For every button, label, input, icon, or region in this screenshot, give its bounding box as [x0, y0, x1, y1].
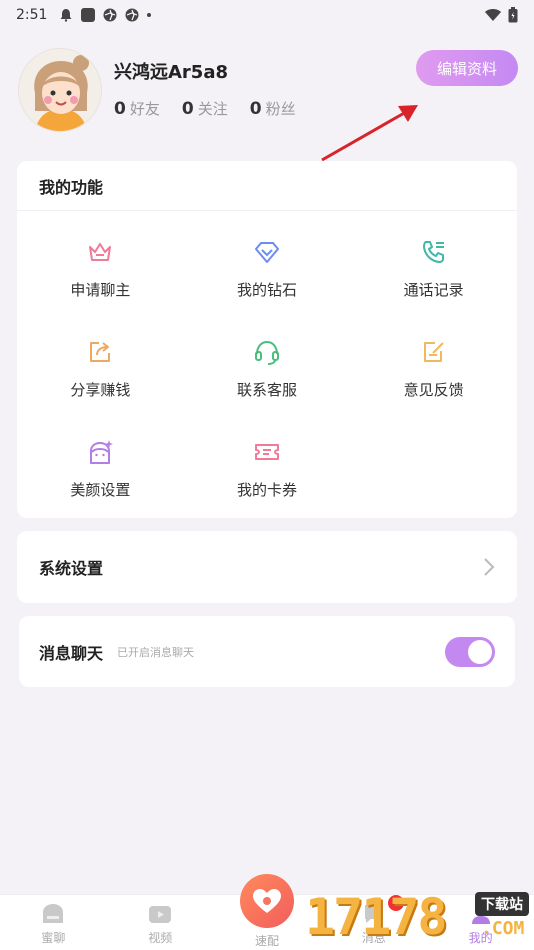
video-icon: [149, 906, 172, 923]
function-label: 我的钻石: [236, 281, 297, 299]
function-label: 申请聊主: [70, 281, 131, 299]
stat-label: 粉丝: [265, 100, 296, 118]
beauty-face-icon: [90, 440, 114, 464]
function-my-diamonds[interactable]: 我的钻石: [184, 225, 351, 325]
profile-stats: 0 好友 0 关注 0 粉丝: [114, 98, 296, 119]
stat-followers[interactable]: 0 粉丝: [250, 98, 296, 119]
function-label: 我的卡券: [236, 481, 297, 499]
stat-label: 好友: [129, 100, 160, 118]
functions-card: 我的功能 申请聊主 我的钻石 通话记录 分享赚钱 联系客服 意见反馈 美颜设置: [17, 161, 517, 518]
function-label: 分享赚钱: [70, 381, 131, 399]
status-time: 2:51: [16, 7, 48, 23]
function-label: 美颜设置: [70, 481, 131, 499]
ticket-icon: [254, 444, 279, 460]
headset-icon: [254, 340, 279, 365]
watermark-logo: 17178 下载站 .COM: [305, 888, 529, 946]
aperture-icon: [125, 8, 139, 22]
nav-label: 视频: [148, 931, 173, 945]
wifi-icon: [485, 9, 501, 21]
phone-list-icon: [422, 241, 444, 263]
function-apply-host[interactable]: 申请聊主: [17, 225, 184, 325]
app-notification-icon: [81, 8, 96, 22]
system-settings-label: 系统设置: [39, 559, 104, 578]
function-beauty-settings[interactable]: 美颜设置: [17, 425, 184, 525]
home-icon: [43, 904, 64, 923]
nav-label: 蜜聊: [41, 931, 66, 945]
function-my-coupons[interactable]: 我的卡券: [184, 425, 351, 525]
message-chat-row: 消息聊天 已开启消息聊天: [19, 616, 515, 687]
stat-friends[interactable]: 0 好友: [114, 98, 160, 119]
avatar-illustration-icon: [19, 49, 101, 131]
avatar[interactable]: [18, 48, 102, 132]
toggle-knob: [468, 639, 492, 664]
aperture-icon: [103, 8, 117, 22]
battery-icon: [508, 7, 518, 23]
feedback-icon: [423, 342, 444, 362]
watermark-com: .COM: [481, 918, 525, 939]
stat-count: 0: [249, 99, 262, 119]
stat-label: 关注: [197, 100, 228, 118]
stat-count: 0: [181, 99, 194, 119]
message-chat-toggle[interactable]: [445, 636, 495, 667]
function-label: 意见反馈: [403, 381, 464, 399]
function-label: 联系客服: [236, 381, 297, 399]
quick-match-button[interactable]: [240, 874, 294, 928]
system-settings-row[interactable]: 系统设置: [17, 531, 517, 603]
status-bar: 2:51: [0, 0, 534, 30]
message-chat-hint: 已开启消息聊天: [117, 645, 195, 659]
status-system-icons: [484, 7, 518, 23]
more-notifications-icon: [147, 13, 152, 17]
message-chat-label: 消息聊天: [39, 643, 104, 663]
profile-header: 兴鸿远Ar5a8 0 好友 0 关注 0 粉丝 编辑资料: [18, 48, 518, 138]
function-label: 通话记录: [403, 281, 464, 299]
function-share-earn[interactable]: 分享赚钱: [17, 325, 184, 425]
watermark-tag: 下载站: [475, 892, 529, 916]
nav-tab-chat[interactable]: 蜜聊: [0, 895, 107, 950]
annotation-arrow-icon: [321, 105, 418, 162]
stat-count: 0: [114, 99, 126, 119]
diamond-icon: [254, 242, 279, 263]
stat-following[interactable]: 0 关注: [182, 98, 228, 119]
edit-profile-button[interactable]: 编辑资料: [416, 50, 518, 86]
quick-match-label: 速配: [254, 934, 279, 948]
crown-icon: [89, 243, 112, 261]
share-icon: [90, 342, 111, 362]
function-call-records[interactable]: 通话记录: [350, 225, 517, 325]
bell-icon: [60, 9, 72, 22]
functions-grid: 申请聊主 我的钻石 通话记录 分享赚钱 联系客服 意见反馈 美颜设置 我的卡券: [17, 211, 517, 525]
heart-match-icon: [253, 889, 281, 913]
nav-tab-video[interactable]: 视频: [107, 895, 214, 950]
status-notification-icons: [59, 8, 152, 22]
functions-title: 我的功能: [17, 161, 517, 211]
function-customer-service[interactable]: 联系客服: [184, 325, 351, 425]
username: 兴鸿远Ar5a8: [114, 62, 229, 83]
function-feedback[interactable]: 意见反馈: [350, 325, 517, 425]
chevron-right-icon: [484, 558, 495, 576]
watermark-number: 17178: [305, 888, 448, 946]
